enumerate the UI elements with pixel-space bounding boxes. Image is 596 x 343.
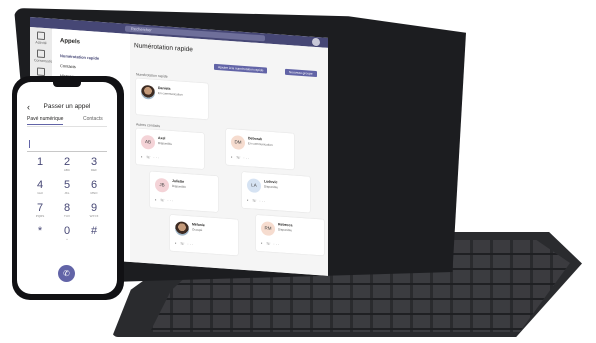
keypad-key[interactable]: 9 WXYZ [81, 202, 107, 218]
key-digit: 8 [63, 202, 71, 214]
key-letters: GHI [37, 191, 43, 195]
tab-contacts[interactable]: Contacts [83, 116, 103, 122]
avatar: AB [141, 134, 155, 150]
section-other-contacts: Autres contacts [136, 122, 161, 129]
contact-status: Disponible [278, 227, 293, 233]
phone-icon: ✆ [63, 269, 70, 278]
avatar: LA [247, 178, 261, 194]
tab-keypad[interactable]: Pavé numérique [27, 116, 64, 125]
key-letters: PQRS [35, 214, 45, 218]
avatar: DM [231, 135, 245, 151]
keypad-key[interactable]: 0 + [54, 225, 80, 241]
avatar [175, 221, 189, 237]
card-actions[interactable]: ◐ ☏ ··· [175, 241, 194, 246]
keypad-key[interactable]: # [81, 225, 107, 241]
bell-icon [37, 31, 45, 41]
phone-title: Passer un appel [43, 103, 91, 110]
key-digit: # [90, 225, 98, 237]
contact-name: Juliette [172, 178, 185, 184]
contact-name: Axel [158, 135, 166, 141]
speed-dial-card[interactable]: Daniela En communication [136, 78, 208, 120]
card-actions[interactable]: ◐ ☏ ··· [261, 241, 280, 246]
tab-divider [27, 126, 107, 127]
section-speed-dial: Numérotation rapide [136, 72, 168, 79]
teams-icon [37, 67, 45, 77]
card-actions[interactable]: ◐ ☏ ··· [247, 198, 266, 203]
key-digit: 4 [36, 179, 44, 191]
phone-number-input[interactable] [27, 137, 107, 152]
contact-card[interactable]: LA Ludovic Disponible ◐ ☏ ··· [242, 171, 310, 213]
contact-card[interactable]: JB Juliette Disponible ◐ ☏ ··· [150, 171, 218, 213]
contact-status: Disponible [158, 140, 173, 146]
text-caret [29, 140, 30, 148]
contact-card[interactable]: Mélanie Occupé ◐ ☏ ··· [170, 214, 238, 256]
rail-label: Activité [35, 40, 47, 46]
nav-contacts[interactable]: Contacts [60, 63, 76, 69]
rail-item-chat[interactable]: Conversation [34, 49, 55, 66]
avatar: JB [155, 177, 169, 193]
keypad-key[interactable]: 5 JKL [54, 179, 80, 195]
card-actions[interactable]: ◐ ☏ ··· [155, 198, 174, 203]
contact-status: Disponible [264, 184, 279, 190]
phone-notch [53, 82, 81, 87]
page-title: Numérotation rapide [134, 42, 193, 54]
add-speed-dial-button[interactable]: Ajouter à la numérotation rapide [214, 63, 268, 74]
key-letters [81, 237, 107, 241]
key-digit: 1 [36, 156, 44, 168]
speed-dial-main: Numérotation rapide Ajouter à la numérot… [130, 33, 328, 276]
key-letters: ABC [63, 168, 71, 172]
new-group-button[interactable]: Nouveau groupe [285, 68, 317, 78]
key-digit: 5 [63, 179, 71, 191]
contact-status: En communication [248, 141, 273, 147]
keypad-key[interactable]: 3 DEF [81, 156, 107, 172]
contact-card[interactable]: RM Rebecca Disponible ◐ ☏ ··· [256, 214, 324, 256]
phone-screen: ‹ Passer un appel Pavé numérique Contact… [17, 82, 117, 294]
card-actions[interactable]: ◐ ☏ ··· [231, 155, 250, 160]
contact-card[interactable]: AB Axel Disponible ◐ ☏ ··· [136, 128, 204, 170]
keypad-key[interactable]: 1 [27, 156, 53, 172]
call-button[interactable]: ✆ [58, 265, 75, 282]
keypad-key[interactable]: 2 ABC [54, 156, 80, 172]
contact-status: Disponible [172, 183, 187, 189]
contact-status: Occupé [192, 227, 203, 233]
key-digit: * [37, 225, 43, 237]
key-letters: JKL [64, 191, 70, 195]
keypad-key[interactable]: 4 GHI [27, 179, 53, 195]
key-letters: DEF [91, 168, 97, 172]
key-letters: + [66, 237, 68, 241]
keypad-key[interactable]: 6 MNO [81, 179, 107, 195]
contact-card[interactable]: DM Deborah En communication ◐ ☏ ··· [226, 128, 294, 170]
rail-item-activity[interactable]: Activité [34, 31, 48, 48]
key-digit: 9 [90, 202, 98, 214]
key-digit: 6 [90, 179, 98, 191]
key-letters [27, 168, 53, 172]
key-letters: WXYZ [89, 214, 99, 218]
keypad-key[interactable]: * [27, 225, 53, 241]
avatar[interactable] [312, 37, 320, 47]
key-digit: 0 [63, 225, 71, 237]
contact-status: En communication [158, 90, 183, 97]
key-digit: 3 [90, 156, 98, 168]
key-letters [27, 237, 53, 241]
chat-icon [37, 49, 45, 59]
key-digit: 7 [36, 202, 44, 214]
avatar [141, 84, 155, 100]
avatar: RM [261, 221, 275, 237]
contact-name: Daniela [158, 85, 171, 91]
nav-speed-dial[interactable]: Numérotation rapide [60, 53, 99, 61]
scene: Rechercher Activité Conversation Équipes… [0, 0, 596, 343]
key-letters: TUV [64, 214, 70, 218]
keypad-key[interactable]: 7 PQRS [27, 202, 53, 218]
card-actions[interactable]: ◐ ☏ ··· [141, 155, 160, 160]
key-digit: 2 [63, 156, 71, 168]
key-letters: MNO [90, 191, 98, 195]
keypad-key[interactable]: 8 TUV [54, 202, 80, 218]
panel-title: Appels [60, 38, 81, 46]
